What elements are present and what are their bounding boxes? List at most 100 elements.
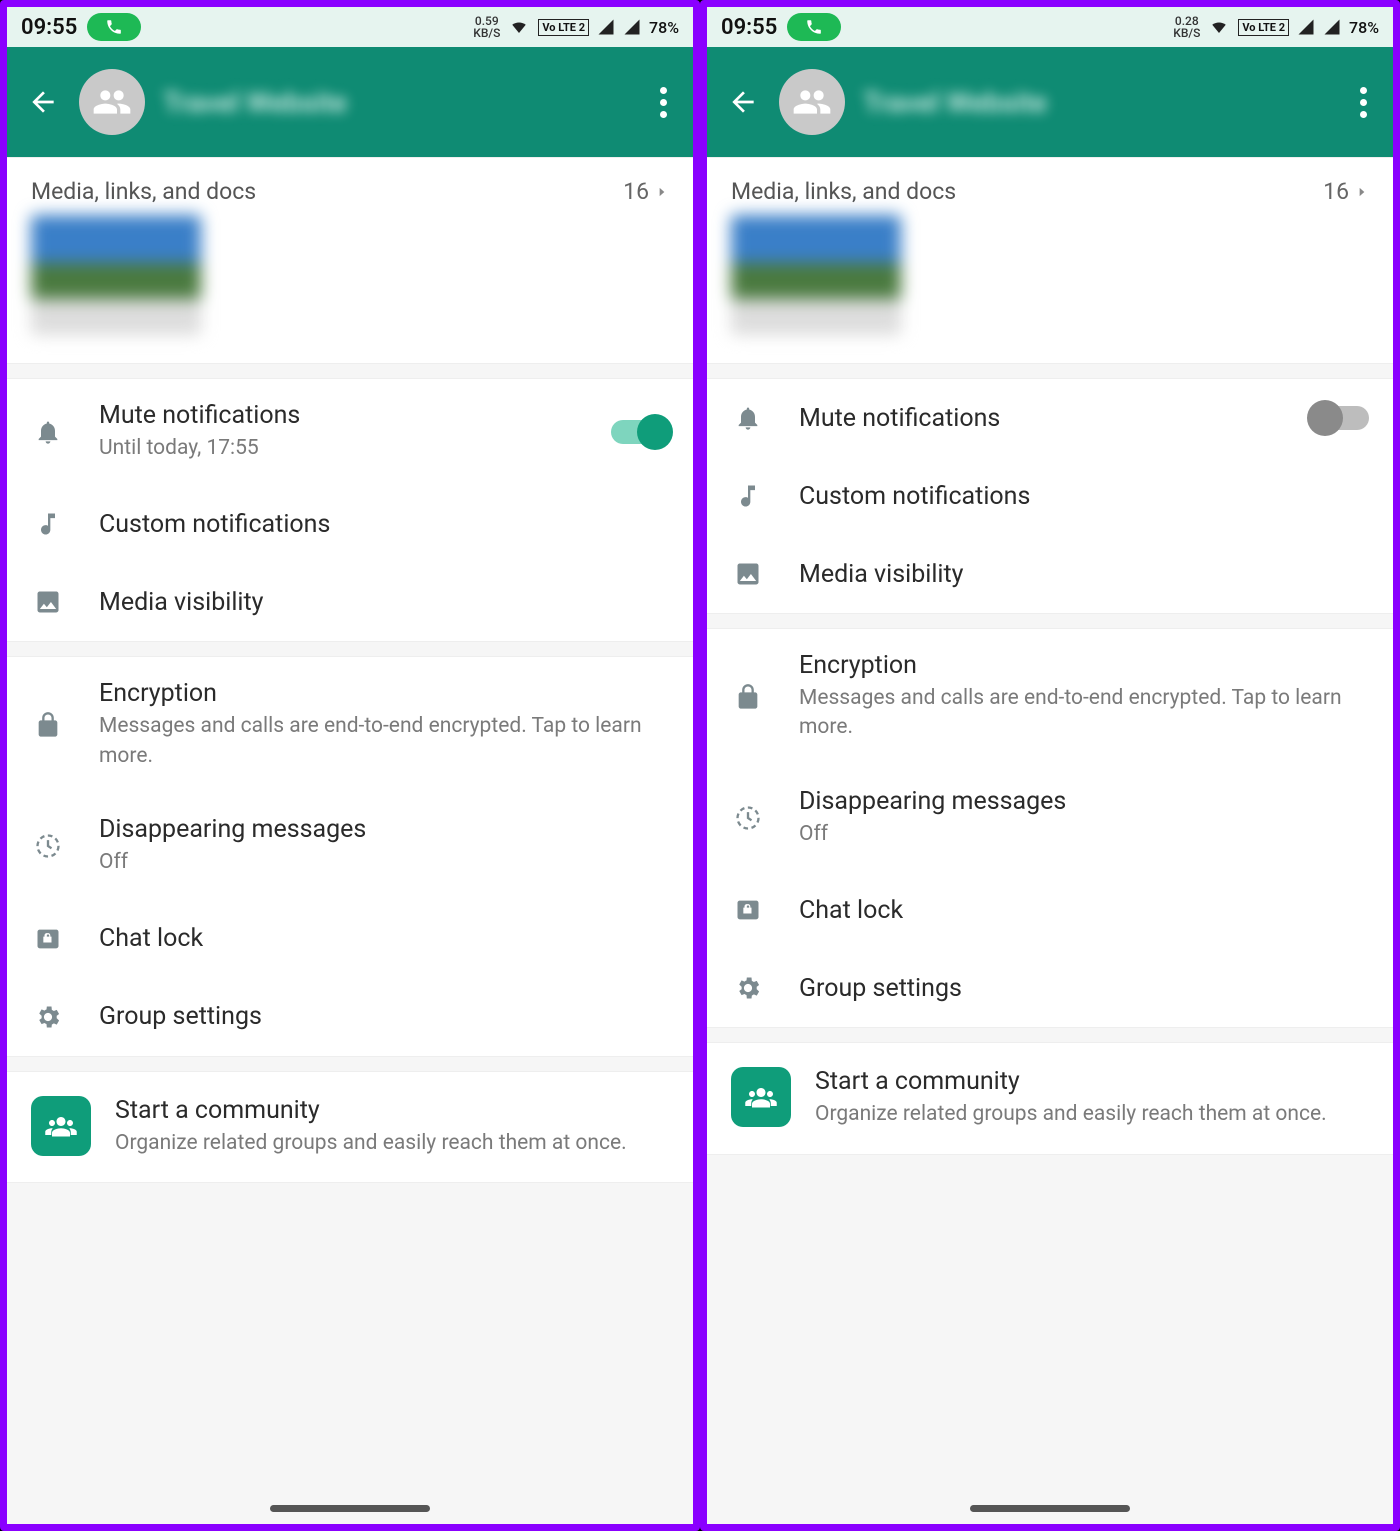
- encryption-sub: Messages and calls are end-to-end encryp…: [99, 712, 669, 771]
- mute-notifications-row[interactable]: Mute notifications Until today, 17:55: [7, 379, 693, 485]
- community-icon: [31, 1096, 91, 1156]
- gear-icon: [31, 1003, 65, 1031]
- chat-title[interactable]: Travel Website: [163, 86, 347, 119]
- gear-icon: [731, 974, 765, 1002]
- disappearing-sub: Off: [99, 848, 669, 877]
- media-label: Media, links, and docs: [731, 178, 956, 205]
- music-note-icon: [31, 510, 65, 538]
- ongoing-call-pill[interactable]: [87, 13, 141, 41]
- data-speed: 0.28KB/S: [1173, 15, 1200, 39]
- encryption-row[interactable]: Encryption Messages and calls are end-to…: [707, 629, 1393, 765]
- disappearing-row[interactable]: Disappearing messages Off: [7, 793, 693, 899]
- chat-lock-row[interactable]: Chat lock: [707, 871, 1393, 949]
- media-visibility-row[interactable]: Media visibility: [7, 563, 693, 641]
- encryption-title: Encryption: [99, 679, 669, 708]
- ongoing-call-pill[interactable]: [787, 13, 841, 41]
- back-button[interactable]: [25, 84, 61, 120]
- chatlock-title: Chat lock: [99, 924, 669, 953]
- overflow-menu[interactable]: [652, 79, 675, 126]
- custom-title: Custom notifications: [799, 482, 1369, 511]
- disappearing-sub: Off: [799, 820, 1369, 849]
- status-bar: 09:55 0.28KB/S Vo LTE 2 78%: [707, 7, 1393, 47]
- mute-title: Mute notifications: [799, 404, 1277, 433]
- encryption-row[interactable]: Encryption Messages and calls are end-to…: [7, 657, 693, 793]
- signal-icon-1: [1297, 18, 1315, 36]
- battery-text: 78%: [649, 18, 679, 37]
- disappearing-title: Disappearing messages: [799, 787, 1369, 816]
- signal-icon-2: [623, 18, 641, 36]
- chatlock-icon: [731, 896, 765, 924]
- phone-left: 09:55 0.59KB/S Vo LTE 2 78% Travel Websi…: [0, 0, 700, 1531]
- media-count: 16: [623, 178, 649, 205]
- phone-icon: [105, 18, 123, 36]
- chat-lock-row[interactable]: Chat lock: [7, 900, 693, 978]
- timer-icon: [31, 832, 65, 860]
- disappearing-row[interactable]: Disappearing messages Off: [707, 765, 1393, 871]
- group-avatar[interactable]: [79, 69, 145, 135]
- overflow-menu[interactable]: [1352, 79, 1375, 126]
- chevron-right-icon: [1355, 181, 1369, 203]
- encryption-sub: Messages and calls are end-to-end encryp…: [799, 684, 1369, 743]
- mute-title: Mute notifications: [99, 401, 577, 430]
- wifi-icon: [508, 18, 530, 36]
- timer-icon: [731, 804, 765, 832]
- group-icon: [92, 82, 132, 122]
- community-icon: [731, 1067, 791, 1127]
- bell-icon: [731, 404, 765, 432]
- mute-notifications-row[interactable]: Mute notifications: [707, 379, 1393, 457]
- volte-icon: Vo LTE 2: [1238, 19, 1289, 36]
- lock-icon: [31, 711, 65, 739]
- group-settings-row[interactable]: Group settings: [707, 949, 1393, 1027]
- mediavis-title: Media visibility: [99, 588, 669, 617]
- wifi-icon: [1208, 18, 1230, 36]
- custom-notifications-row[interactable]: Custom notifications: [707, 457, 1393, 535]
- chatlock-icon: [31, 925, 65, 953]
- custom-title: Custom notifications: [99, 510, 669, 539]
- app-header: Travel Website: [707, 47, 1393, 157]
- mediavis-title: Media visibility: [799, 560, 1369, 589]
- start-community-row[interactable]: Start a community Organize related group…: [707, 1043, 1393, 1153]
- groupsettings-title: Group settings: [799, 974, 1369, 1003]
- navigation-pill[interactable]: [270, 1505, 430, 1512]
- media-section: Media, links, and docs 16: [7, 157, 693, 364]
- custom-notifications-row[interactable]: Custom notifications: [7, 485, 693, 563]
- signal-icon-2: [1323, 18, 1341, 36]
- status-bar: 09:55 0.59KB/S Vo LTE 2 78%: [7, 7, 693, 47]
- mute-toggle[interactable]: [611, 420, 669, 444]
- group-icon: [792, 82, 832, 122]
- media-thumbnail[interactable]: [31, 215, 201, 335]
- media-row[interactable]: Media, links, and docs 16: [7, 158, 693, 215]
- app-header: Travel Website: [7, 47, 693, 157]
- image-icon: [31, 588, 65, 616]
- community-sub: Organize related groups and easily reach…: [115, 1129, 669, 1158]
- media-visibility-row[interactable]: Media visibility: [707, 535, 1393, 613]
- lock-icon: [731, 683, 765, 711]
- back-arrow-icon: [727, 86, 759, 118]
- data-speed: 0.59KB/S: [473, 15, 500, 39]
- group-avatar[interactable]: [779, 69, 845, 135]
- encryption-title: Encryption: [799, 651, 1369, 680]
- media-thumbnail[interactable]: [731, 215, 901, 335]
- disappearing-title: Disappearing messages: [99, 815, 669, 844]
- navigation-pill[interactable]: [970, 1505, 1130, 1512]
- group-settings-row[interactable]: Group settings: [7, 978, 693, 1056]
- media-section: Media, links, and docs 16: [707, 157, 1393, 364]
- mute-toggle[interactable]: [1311, 406, 1369, 430]
- start-community-row[interactable]: Start a community Organize related group…: [7, 1072, 693, 1182]
- chatlock-title: Chat lock: [799, 896, 1369, 925]
- volte-icon: Vo LTE 2: [538, 19, 589, 36]
- image-icon: [731, 560, 765, 588]
- clock: 09:55: [721, 15, 777, 40]
- media-row[interactable]: Media, links, and docs 16: [707, 158, 1393, 215]
- media-label: Media, links, and docs: [31, 178, 256, 205]
- music-note-icon: [731, 482, 765, 510]
- phone-right: 09:55 0.28KB/S Vo LTE 2 78% Travel Websi…: [700, 0, 1400, 1531]
- phone-icon: [805, 18, 823, 36]
- chat-title[interactable]: Travel Website: [863, 86, 1047, 119]
- community-title: Start a community: [115, 1096, 669, 1125]
- clock: 09:55: [21, 15, 77, 40]
- community-title: Start a community: [815, 1067, 1369, 1096]
- back-button[interactable]: [725, 84, 761, 120]
- bell-icon: [31, 418, 65, 446]
- chevron-right-icon: [655, 181, 669, 203]
